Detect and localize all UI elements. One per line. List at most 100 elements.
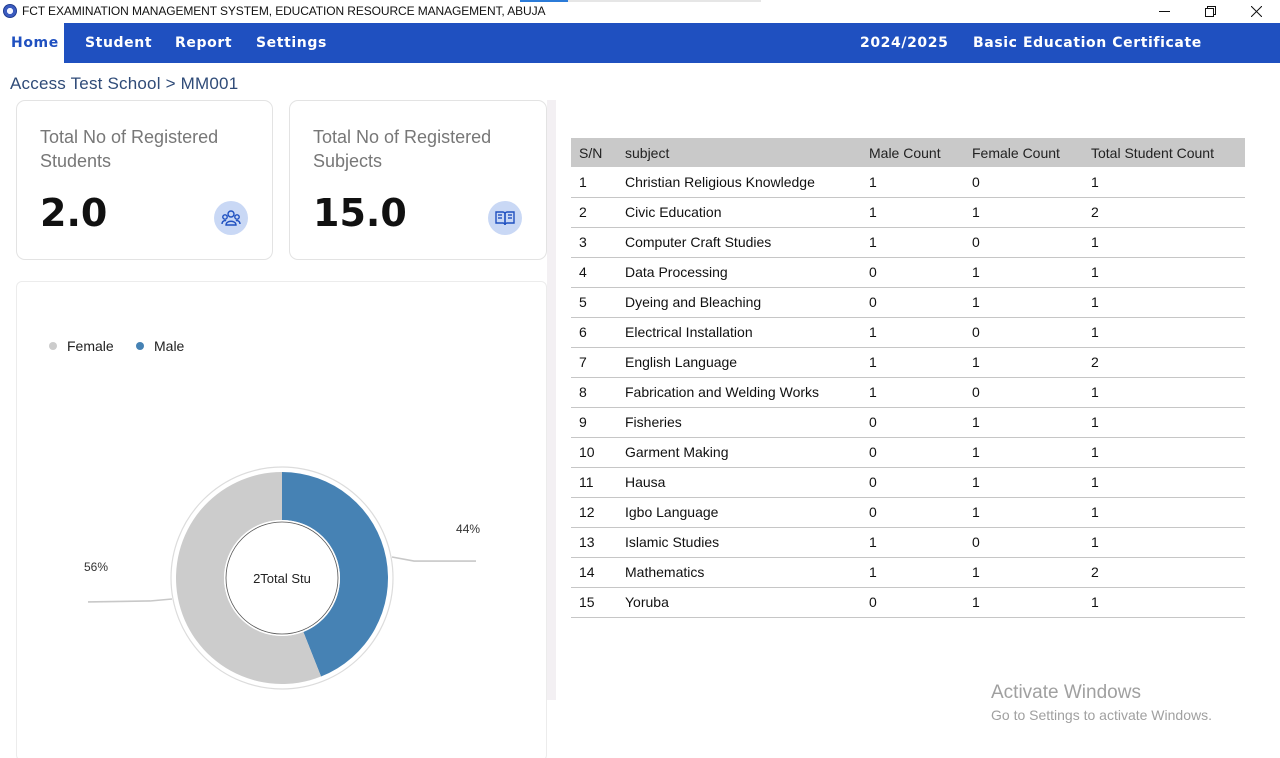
cell-female-count: 0 <box>972 234 980 250</box>
cell-total-count: 2 <box>1091 564 1099 580</box>
cell-subject: Islamic Studies <box>625 534 720 550</box>
cell-female-count: 0 <box>972 384 980 400</box>
cell-male-count: 1 <box>869 354 877 370</box>
cell-total-count: 1 <box>1091 294 1099 310</box>
cell-female-count: 0 <box>972 324 980 340</box>
table-row[interactable]: 1 Christian Religious Knowledge 1 0 1 <box>571 167 1245 197</box>
table-row[interactable]: 3 Computer Craft Studies 1 0 1 <box>571 227 1245 257</box>
header-sn[interactable]: S/N <box>571 138 617 167</box>
cell-sn: 13 <box>579 534 595 550</box>
cell-sn: 7 <box>579 354 587 370</box>
cell-total-count: 1 <box>1091 594 1099 610</box>
cell-total-count: 1 <box>1091 324 1099 340</box>
session-label: 2024/2025 <box>860 35 949 51</box>
table-row[interactable]: 13 Islamic Studies 1 0 1 <box>571 527 1245 557</box>
cell-male-count: 0 <box>869 294 877 310</box>
header-female-count[interactable]: Female Count <box>964 138 1083 167</box>
table-header-row: S/N subject Male Count Female Count Tota… <box>571 138 1245 167</box>
cell-female-count: 1 <box>972 564 980 580</box>
close-button[interactable] <box>1233 0 1279 23</box>
cell-female-count: 0 <box>972 173 980 190</box>
window-title: FCT EXAMINATION MANAGEMENT SYSTEM, EDUCA… <box>22 4 546 18</box>
cell-subject: Data Processing <box>625 264 728 280</box>
cell-male-count: 1 <box>869 324 877 340</box>
card-label: Total No of Registered Students <box>40 127 219 171</box>
title-bar: FCT EXAMINATION MANAGEMENT SYSTEM, EDUCA… <box>0 0 1280 23</box>
header-total-count[interactable]: Total Student Count <box>1083 138 1245 167</box>
book-icon <box>488 201 522 235</box>
cell-male-count: 0 <box>869 594 877 610</box>
nav-settings[interactable]: Settings <box>256 23 327 63</box>
cell-total-count: 1 <box>1091 384 1099 400</box>
card-value: 15.0 <box>313 191 407 235</box>
cell-male-count: 0 <box>869 414 877 430</box>
card-label: Total No of Registered Subjects <box>313 127 492 171</box>
taskbar-indicator-track <box>568 0 761 2</box>
cell-subject: Garment Making <box>625 444 729 460</box>
table-row[interactable]: 8 Fabrication and Welding Works 1 0 1 <box>571 377 1245 407</box>
cell-total-count: 2 <box>1091 354 1099 370</box>
table-row[interactable]: 7 English Language 1 1 2 <box>571 347 1245 377</box>
cell-sn: 10 <box>579 444 595 460</box>
breadcrumb: Access Test School > MM001 <box>10 74 239 93</box>
donut-chart: 44% 56% 2Total Stu <box>84 466 480 690</box>
table-row[interactable]: 14 Mathematics 1 1 2 <box>571 557 1245 587</box>
table-row[interactable]: 5 Dyeing and Bleaching 0 1 1 <box>571 287 1245 317</box>
cell-subject: Fisheries <box>625 414 682 430</box>
cell-subject: Yoruba <box>625 594 669 610</box>
cell-total-count: 1 <box>1091 264 1099 280</box>
restore-icon <box>1204 6 1216 17</box>
table-row[interactable]: 10 Garment Making 0 1 1 <box>571 437 1245 467</box>
header-male-count[interactable]: Male Count <box>861 138 964 167</box>
cell-sn: 12 <box>579 504 595 520</box>
cell-total-count: 1 <box>1091 474 1099 490</box>
header-subject[interactable]: subject <box>617 138 861 167</box>
taskbar-indicator <box>520 0 568 2</box>
table-row[interactable]: 2 Civic Education 1 1 2 <box>571 197 1245 227</box>
cell-male-count: 1 <box>869 564 877 580</box>
cell-sn: 15 <box>579 594 595 610</box>
cell-subject: Hausa <box>625 474 666 490</box>
cell-total-count: 1 <box>1091 173 1099 190</box>
table-row[interactable]: 4 Data Processing 0 1 1 <box>571 257 1245 287</box>
cell-male-count: 1 <box>869 384 877 400</box>
donut-center-text: 2Total Stu <box>253 571 311 586</box>
cell-total-count: 2 <box>1091 204 1099 220</box>
table-row[interactable]: 15 Yoruba 0 1 1 <box>571 587 1245 617</box>
cell-subject: Mathematics <box>625 564 705 580</box>
nav-report[interactable]: Report <box>175 23 232 63</box>
cell-sn: 1 <box>579 173 587 190</box>
cell-male-count: 1 <box>869 173 877 190</box>
cell-female-count: 1 <box>972 204 980 220</box>
watermark-subtitle: Go to Settings to activate Windows. <box>991 707 1212 723</box>
cell-total-count: 1 <box>1091 444 1099 460</box>
table-row[interactable]: 11 Hausa 0 1 1 <box>571 467 1245 497</box>
cell-total-count: 1 <box>1091 234 1099 250</box>
table-row[interactable]: 12 Igbo Language 0 1 1 <box>571 497 1245 527</box>
table-row[interactable]: 6 Electrical Installation 1 0 1 <box>571 317 1245 347</box>
cell-sn: 4 <box>579 264 587 280</box>
cell-sn: 2 <box>579 204 587 220</box>
cell-female-count: 1 <box>972 354 980 370</box>
cell-male-count: 0 <box>869 474 877 490</box>
registered-students-card: Total No of Registered Students 2.0 <box>16 100 273 260</box>
cell-female-count: 1 <box>972 264 980 280</box>
slice-label-male: 44% <box>456 522 480 536</box>
cell-male-count: 0 <box>869 444 877 460</box>
cell-male-count: 0 <box>869 264 877 280</box>
cell-sn: 11 <box>579 474 594 490</box>
registered-subjects-card: Total No of Registered Subjects 15.0 <box>289 100 547 260</box>
restore-button[interactable] <box>1187 0 1233 23</box>
minimize-button[interactable] <box>1141 0 1187 23</box>
cell-subject: Electrical Installation <box>625 324 753 340</box>
cell-total-count: 1 <box>1091 534 1099 550</box>
main-nav: Home Student Report Settings 2024/2025 B… <box>0 23 1280 91</box>
table-row[interactable]: 9 Fisheries 0 1 1 <box>571 407 1245 437</box>
cell-female-count: 1 <box>972 414 980 430</box>
nav-home[interactable]: Home <box>0 23 64 63</box>
card-value: 2.0 <box>40 191 108 235</box>
minimize-icon <box>1158 11 1170 12</box>
students-icon <box>214 201 248 235</box>
nav-student[interactable]: Student <box>85 23 152 63</box>
slice-label-female: 56% <box>84 560 108 574</box>
